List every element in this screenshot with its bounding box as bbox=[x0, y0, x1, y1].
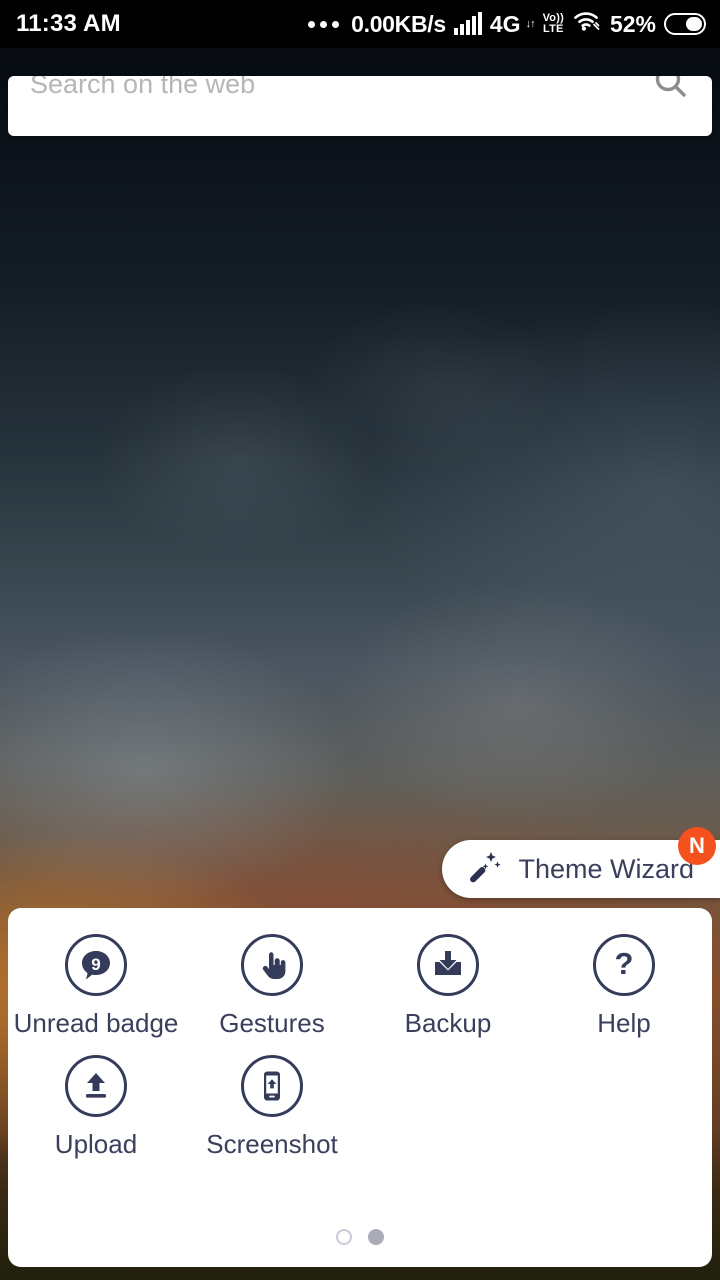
battery-percent-label: 52% bbox=[609, 10, 656, 37]
tool-label: Backup bbox=[404, 1008, 492, 1038]
tool-label: Screenshot bbox=[206, 1129, 338, 1159]
wifi-icon bbox=[572, 10, 602, 39]
page-dot-1[interactable] bbox=[336, 1229, 352, 1245]
tools-grid: 9 Unread badge Gestures Backup ? Help Up… bbox=[8, 934, 712, 1160]
status-bar-icons: 0.00KB/s 4G ↓↑ Vo)) LTE 52% bbox=[308, 10, 706, 39]
tools-panel: 9 Unread badge Gestures Backup ? Help Up… bbox=[8, 908, 712, 1267]
search-icon[interactable] bbox=[652, 76, 690, 106]
network-speed-label: 0.00KB/s bbox=[351, 10, 446, 37]
pointing-hand-icon bbox=[241, 934, 303, 996]
search-input[interactable]: Search on the web bbox=[30, 76, 255, 100]
tool-backup[interactable]: Backup bbox=[360, 934, 536, 1039]
status-bar: 11:33 AM 0.00KB/s 4G ↓↑ Vo)) LTE 52% bbox=[0, 0, 720, 48]
tool-help[interactable]: ? Help bbox=[536, 934, 712, 1039]
download-tray-icon bbox=[417, 934, 479, 996]
volte-bottom-label: LTE bbox=[542, 23, 564, 35]
unread-count: 9 bbox=[91, 955, 100, 974]
tool-label: Unread badge bbox=[13, 1008, 179, 1038]
phone-screenshot-icon bbox=[241, 1055, 303, 1117]
data-transfer-arrows-icon: ↓↑ bbox=[525, 18, 536, 30]
page-dot-2[interactable] bbox=[368, 1229, 384, 1245]
speech-bubble-badge-icon: 9 bbox=[65, 934, 127, 996]
tool-label: Upload bbox=[54, 1129, 138, 1159]
cellular-signal-icon bbox=[453, 12, 482, 35]
tool-upload[interactable]: Upload bbox=[8, 1055, 184, 1160]
svg-text:?: ? bbox=[615, 946, 634, 981]
magic-wand-icon bbox=[466, 848, 504, 891]
page-indicator[interactable] bbox=[8, 1229, 712, 1245]
network-type-label: 4G bbox=[489, 10, 521, 37]
more-horizontal-icon bbox=[308, 20, 340, 28]
status-bar-clock: 11:33 AM bbox=[16, 10, 121, 37]
new-badge: N bbox=[678, 827, 716, 865]
volte-icon: Vo)) LTE bbox=[543, 13, 564, 35]
theme-wizard-label: Theme Wizard bbox=[518, 853, 694, 884]
question-mark-icon: ? bbox=[593, 934, 655, 996]
tool-label: Help bbox=[597, 1008, 651, 1038]
tool-screenshot[interactable]: Screenshot bbox=[184, 1055, 360, 1160]
upload-arrow-icon bbox=[65, 1055, 127, 1117]
battery-icon bbox=[664, 13, 706, 35]
tool-label: Gestures bbox=[219, 1008, 325, 1038]
tool-gestures[interactable]: Gestures bbox=[184, 934, 360, 1039]
tool-unread-badge[interactable]: 9 Unread badge bbox=[8, 934, 184, 1039]
search-bar[interactable]: Search on the web bbox=[8, 76, 712, 136]
